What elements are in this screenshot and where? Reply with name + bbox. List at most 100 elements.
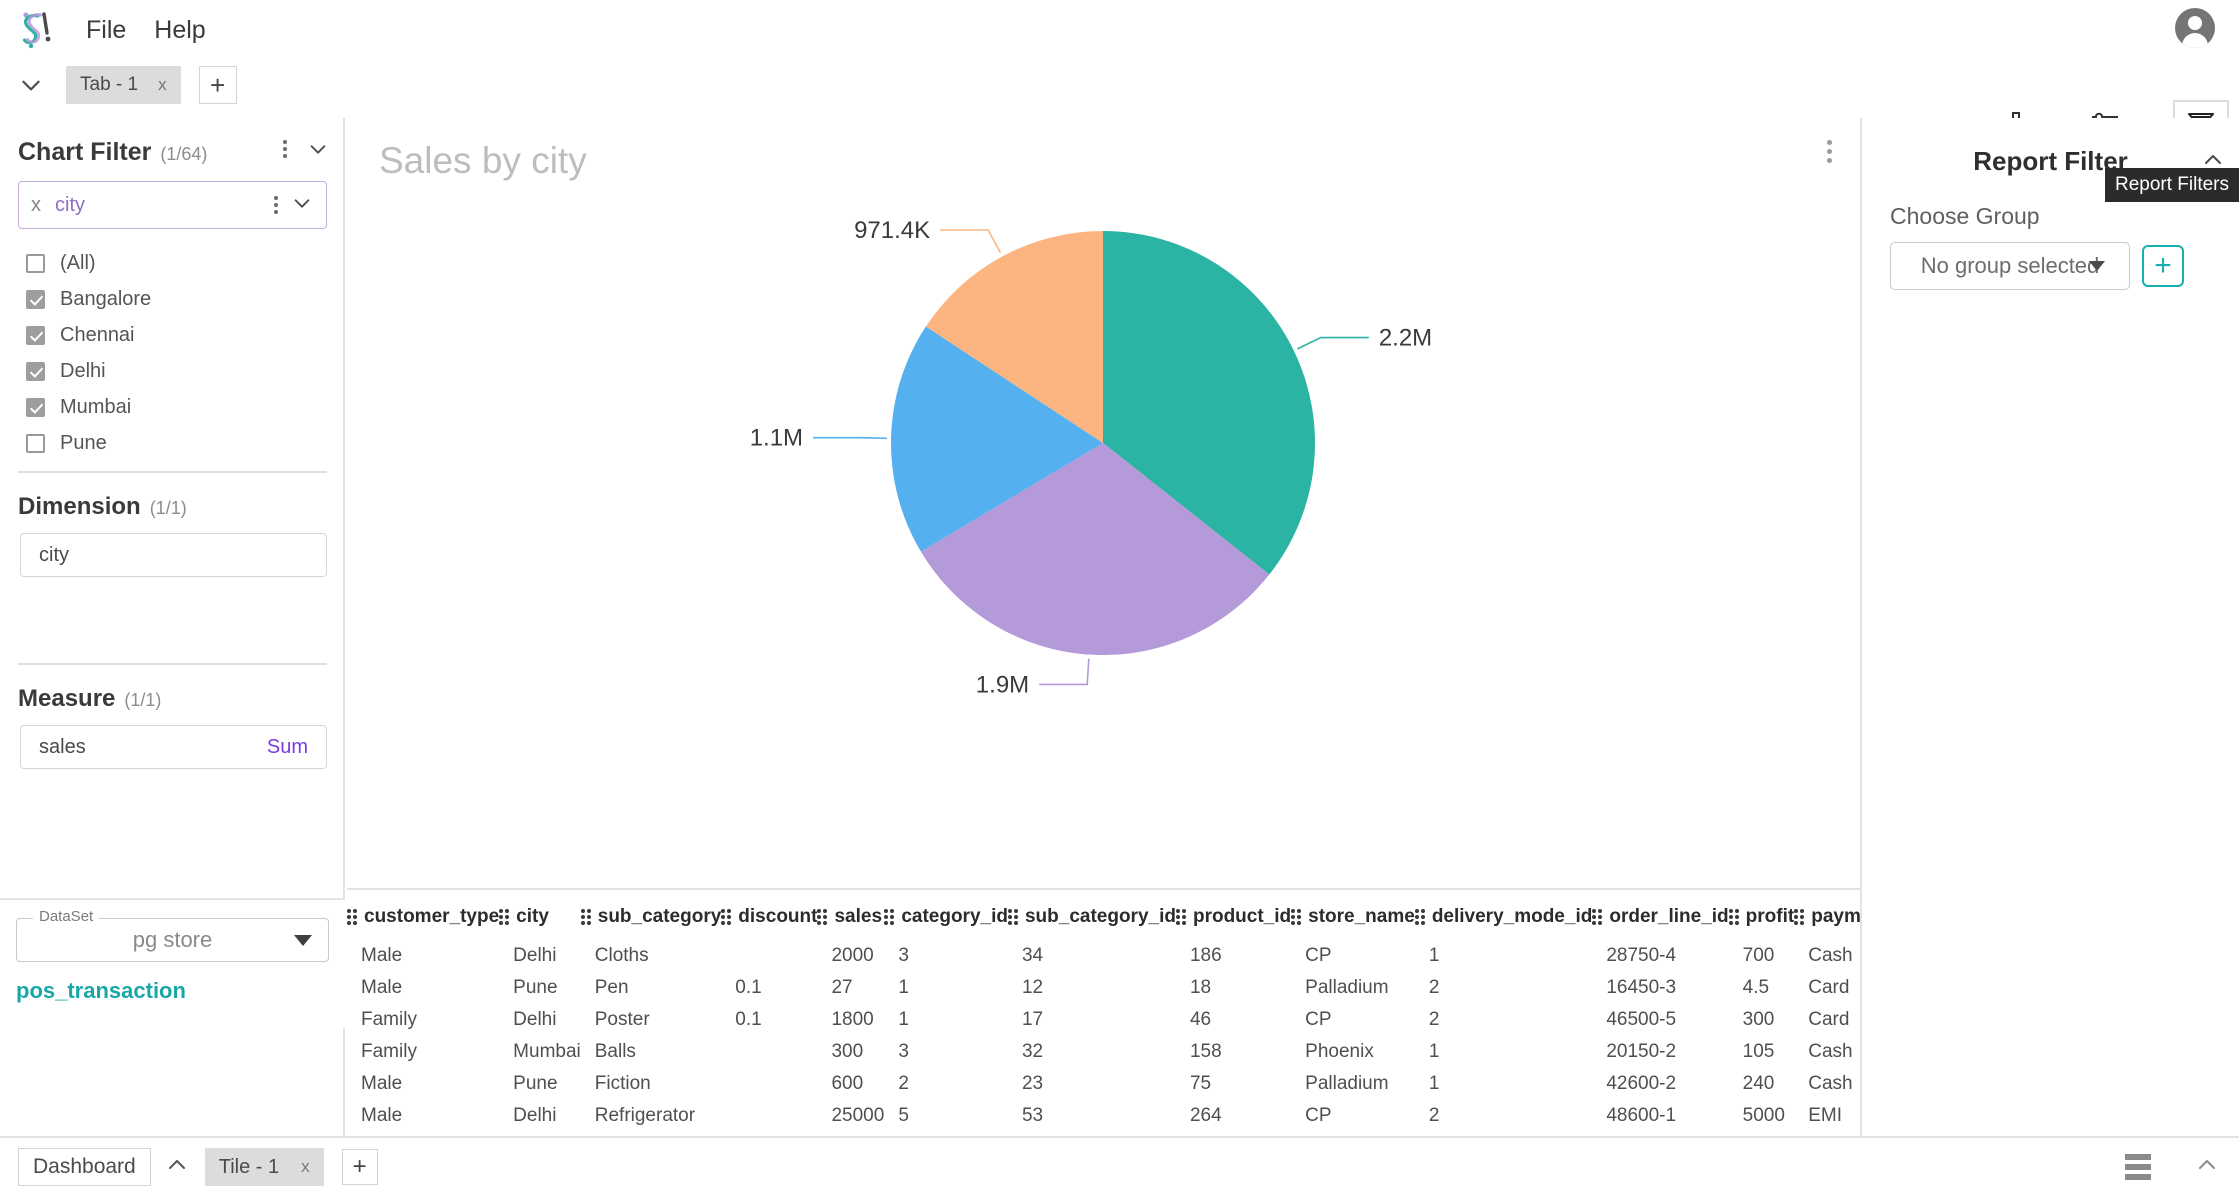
- table-row[interactable]: MaleDelhiCloths2000334186CP128750-4700Ca…: [347, 940, 1860, 972]
- table-row[interactable]: MalePuneFiction60022375Palladium142600-2…: [347, 1068, 1860, 1100]
- column-drag-handle-icon[interactable]: [499, 909, 509, 925]
- table-header-category_id[interactable]: category_id: [884, 892, 1008, 940]
- chart-filter-field[interactable]: x city: [18, 181, 327, 229]
- hamburger-icon[interactable]: [2125, 1154, 2151, 1180]
- pie-leader-line: [1297, 338, 1368, 349]
- column-drag-handle-icon[interactable]: [581, 909, 591, 925]
- column-drag-handle-icon[interactable]: [1729, 909, 1739, 925]
- table-row[interactable]: MaleDelhiRefrigerator25000553264CP248600…: [347, 1100, 1860, 1132]
- checkbox-icon[interactable]: [26, 362, 45, 381]
- user-avatar-icon[interactable]: [2175, 8, 2215, 48]
- column-drag-handle-icon[interactable]: [347, 909, 357, 925]
- tile-close-icon[interactable]: x: [301, 1157, 310, 1177]
- app-root: File Help Tab - 1 x +: [0, 0, 2239, 1196]
- table-cell-sub_category: Balls: [581, 1036, 722, 1068]
- table-header-order_line_id[interactable]: order_line_id: [1592, 892, 1728, 940]
- dataset-select[interactable]: DataSet pg store: [16, 918, 329, 962]
- table-header-sales[interactable]: sales: [817, 892, 884, 940]
- chevron-down-icon[interactable]: [18, 72, 44, 98]
- table-cell-store_name: Palladium: [1291, 1068, 1415, 1100]
- column-drag-handle-icon[interactable]: [1291, 909, 1301, 925]
- measure-item-label: sales: [39, 736, 86, 759]
- pie-data-label-bangalore: 2.2M: [1379, 325, 1432, 352]
- column-drag-handle-icon[interactable]: [721, 909, 731, 925]
- checkbox-icon[interactable]: [26, 398, 45, 417]
- dimension-item-label: city: [39, 544, 69, 567]
- measure-aggregation[interactable]: Sum: [267, 736, 308, 759]
- table-cell-delivery_mode_id: 2: [1415, 1004, 1593, 1036]
- table-cell-city: Pune: [499, 1068, 581, 1100]
- tile-item-1[interactable]: Tile - 1 x: [205, 1148, 324, 1186]
- table-header-customer_type[interactable]: customer_type: [347, 892, 499, 940]
- table-header-profit[interactable]: profit: [1729, 892, 1795, 940]
- more-vertical-icon[interactable]: [283, 140, 287, 158]
- column-drag-handle-icon[interactable]: [884, 909, 894, 925]
- table-cell-category_id: 1: [884, 1004, 1008, 1036]
- dashboard-button[interactable]: Dashboard: [18, 1148, 151, 1186]
- table-cell-sales: 2000: [817, 940, 884, 972]
- table-header-sub_category_id[interactable]: sub_category_id: [1008, 892, 1176, 940]
- table-row[interactable]: MalePunePen0.12711218Palladium216450-34.…: [347, 972, 1860, 1004]
- more-vertical-icon[interactable]: [274, 196, 278, 214]
- add-group-button[interactable]: +: [2142, 245, 2184, 287]
- column-drag-handle-icon[interactable]: [1415, 909, 1425, 925]
- filter-option-all[interactable]: (All): [26, 245, 343, 281]
- clear-filter-icon[interactable]: x: [31, 194, 41, 217]
- table-cell-store_name: CP: [1291, 1100, 1415, 1132]
- checkbox-icon[interactable]: [26, 326, 45, 345]
- menu-file[interactable]: File: [86, 16, 126, 45]
- filter-option-pune[interactable]: Pune: [26, 425, 343, 461]
- table-header-label: sub_category: [598, 906, 722, 928]
- filter-option-mumbai[interactable]: Mumbai: [26, 389, 343, 425]
- add-tab-button[interactable]: +: [199, 66, 237, 104]
- chevron-up-icon[interactable]: [2195, 1153, 2219, 1182]
- column-drag-handle-icon[interactable]: [1008, 909, 1018, 925]
- chart-filter-header: Chart Filter (1/64): [0, 118, 343, 173]
- table-row[interactable]: FamilyDelhiPoster0.1180011746CP246500-53…: [347, 1004, 1860, 1036]
- table-header-payment_m[interactable]: payment_m: [1794, 892, 1860, 940]
- column-drag-handle-icon[interactable]: [1794, 909, 1804, 925]
- checkbox-icon[interactable]: [26, 254, 45, 273]
- dataset-table-name[interactable]: pos_transaction: [16, 978, 345, 1004]
- table-cell-customer_type: Male: [347, 972, 499, 1004]
- tab-item-1[interactable]: Tab - 1 x: [66, 66, 181, 104]
- filter-option-chennai[interactable]: Chennai: [26, 317, 343, 353]
- caret-down-icon[interactable]: [2089, 261, 2105, 271]
- report-filter-panel: Report Filter Choose Group No group sele…: [1860, 118, 2239, 1136]
- table-header-city[interactable]: city: [499, 892, 581, 940]
- dimension-item-city[interactable]: city: [20, 533, 327, 577]
- table-header-discount[interactable]: discount: [721, 892, 817, 940]
- add-tile-button[interactable]: +: [342, 1149, 378, 1185]
- table-cell-delivery_mode_id: 1: [1415, 940, 1593, 972]
- menu-help[interactable]: Help: [154, 16, 205, 45]
- chevron-down-icon[interactable]: [291, 192, 313, 219]
- filter-option-bangalore[interactable]: Bangalore: [26, 281, 343, 317]
- column-drag-handle-icon[interactable]: [817, 909, 827, 925]
- bottom-bar: Dashboard Tile - 1 x +: [0, 1136, 2239, 1196]
- data-table-panel[interactable]: customer_typecity sub_category discountsal…: [347, 892, 1860, 1136]
- pie-leader-line: [813, 438, 887, 439]
- tab-close-icon[interactable]: x: [158, 75, 167, 95]
- table-header-product_id[interactable]: product_id: [1176, 892, 1291, 940]
- chevron-down-icon[interactable]: [307, 138, 329, 165]
- column-drag-handle-icon[interactable]: [1592, 909, 1602, 925]
- column-drag-handle-icon[interactable]: [1176, 909, 1186, 925]
- table-header-store_name[interactable]: store_name: [1291, 892, 1415, 940]
- table-cell-sub_category: Poster: [581, 1004, 722, 1036]
- table-cell-category_id: 5: [884, 1100, 1008, 1132]
- checkbox-icon[interactable]: [26, 434, 45, 453]
- avatar-button[interactable]: [2175, 8, 2215, 48]
- filter-option-delhi[interactable]: Delhi: [26, 353, 343, 389]
- checkbox-icon[interactable]: [26, 290, 45, 309]
- caret-down-icon[interactable]: [294, 935, 312, 946]
- group-select[interactable]: No group selected: [1890, 242, 2130, 290]
- table-cell-category_id: 2: [884, 1068, 1008, 1100]
- table-header-label: discount: [738, 906, 817, 928]
- chevron-up-icon[interactable]: [165, 1153, 189, 1182]
- table-row[interactable]: FamilyMumbaiBalls300332158Phoenix120150-…: [347, 1036, 1860, 1068]
- pie-chart[interactable]: 2.2M1.9M1.1M971.4K: [347, 158, 1860, 858]
- measure-item-sales[interactable]: sales Sum: [20, 725, 327, 769]
- table-header-delivery_mode_id[interactable]: delivery_mode_id: [1415, 892, 1593, 940]
- table-header-sub_category[interactable]: sub_category: [581, 892, 722, 940]
- table-cell-sub_category_id: 17: [1008, 1004, 1176, 1036]
